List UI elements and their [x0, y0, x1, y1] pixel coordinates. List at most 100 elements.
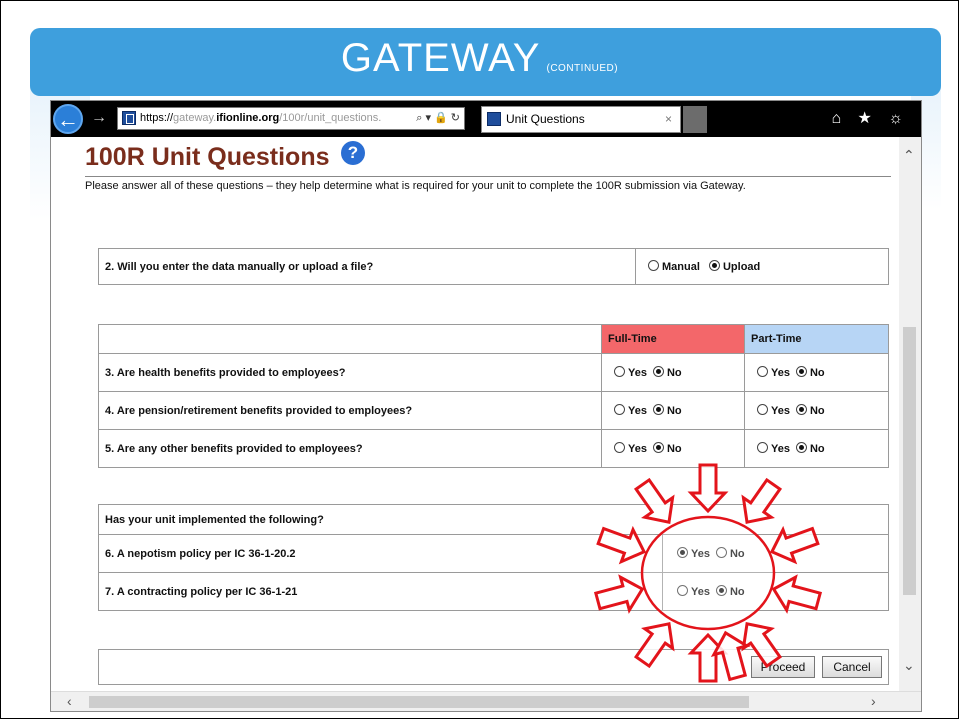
vertical-scroll-thumb[interactable]	[903, 327, 916, 595]
forward-arrow-icon[interactable]: →	[91, 109, 107, 127]
option-yes-label: Yes	[771, 367, 790, 379]
policy-row-6: 6. A nepotism policy per IC 36-1-20.2 Ye…	[98, 534, 889, 573]
tab-favicon-icon	[487, 112, 501, 126]
policy-row-options: Yes No	[662, 534, 889, 573]
benefit-row-5: 5. Are any other benefits provided to em…	[98, 429, 889, 468]
horizontal-scroll-thumb[interactable]	[89, 696, 749, 708]
option-upload[interactable]: Upload	[708, 260, 761, 273]
page-content: 100R Unit Questions ? Please answer all …	[51, 137, 899, 693]
tab-unit-questions[interactable]: Unit Questions ×	[481, 106, 681, 133]
option-yes[interactable]: Yes	[757, 366, 790, 379]
policy-row-options: Yes No	[662, 572, 889, 611]
question-2-options: Manual Upload	[635, 248, 889, 285]
help-icon[interactable]: ?	[341, 141, 365, 165]
benefit-row-part-options: Yes No	[744, 353, 889, 392]
radio-yes[interactable]	[614, 442, 625, 453]
option-upload-label: Upload	[722, 261, 761, 273]
header-part-time: Part-Time	[744, 324, 889, 354]
radio-yes[interactable]	[614, 366, 625, 377]
horizontal-scrollbar[interactable]: ‹ ›	[51, 691, 921, 711]
option-manual[interactable]: Manual	[648, 260, 700, 273]
benefit-row-label: 5. Are any other benefits provided to em…	[98, 429, 602, 468]
radio-no[interactable]	[715, 547, 727, 558]
option-yes-label: Yes	[691, 586, 710, 598]
radio-no[interactable]	[795, 366, 807, 377]
option-no[interactable]: No	[652, 404, 682, 417]
url-prefix: https://	[140, 112, 174, 124]
option-no[interactable]: No	[795, 404, 825, 417]
radio-yes[interactable]	[757, 404, 768, 415]
home-favorites-settings-icons[interactable]: ⌂ ★ ☼	[831, 108, 909, 128]
scroll-left-icon[interactable]: ‹	[67, 693, 72, 709]
option-yes-label: Yes	[771, 443, 790, 455]
scroll-up-icon[interactable]: ⌃	[903, 147, 915, 164]
radio-manual[interactable]	[648, 260, 659, 271]
benefits-table: Full-Time Part-Time 3. Are health benefi…	[98, 324, 889, 468]
option-yes[interactable]: Yes	[614, 442, 647, 455]
option-yes-label: Yes	[771, 405, 790, 417]
option-yes[interactable]: Yes	[757, 442, 790, 455]
benefit-row-label: 3. Are health benefits provided to emplo…	[98, 353, 602, 392]
option-no[interactable]: No	[715, 547, 745, 560]
slide-title: Gateway (Continued)	[0, 36, 959, 81]
intro-text: Please answer all of these questions – t…	[85, 180, 746, 192]
new-tab-button[interactable]	[683, 106, 707, 133]
scroll-right-icon[interactable]: ›	[871, 693, 876, 709]
policies-table: Has your unit implemented the following?…	[98, 504, 889, 611]
radio-yes[interactable]	[677, 547, 688, 558]
option-yes-label: Yes	[628, 367, 647, 379]
url-domain-plain: gateway.	[173, 112, 217, 124]
option-no[interactable]: No	[652, 442, 682, 455]
benefit-row-full-options: Yes No	[601, 429, 745, 468]
radio-no[interactable]	[795, 442, 807, 453]
benefits-header-blank	[98, 324, 602, 354]
option-no-label: No	[666, 405, 682, 417]
radio-no[interactable]	[715, 585, 727, 596]
address-bar-controls-icon[interactable]: ⌕ ▾ 🔒 ↻	[416, 108, 460, 129]
radio-yes[interactable]	[614, 404, 625, 415]
option-no[interactable]: No	[652, 366, 682, 379]
title-divider	[85, 176, 891, 177]
radio-no[interactable]	[652, 442, 664, 453]
url-path: /100r/unit_questions.	[279, 112, 382, 124]
option-no[interactable]: No	[795, 442, 825, 455]
option-no-label: No	[729, 548, 745, 560]
policy-row-7: 7. A contracting policy per IC 36-1-21 Y…	[98, 572, 889, 611]
radio-upload[interactable]	[708, 260, 720, 271]
option-no-label: No	[666, 367, 682, 379]
option-no-label: No	[809, 367, 825, 379]
benefit-row-4: 4. Are pension/retirement benefits provi…	[98, 391, 889, 430]
radio-yes[interactable]	[757, 442, 768, 453]
option-yes[interactable]: Yes	[614, 404, 647, 417]
header-full-time: Full-Time	[601, 324, 745, 354]
option-yes[interactable]: Yes	[614, 366, 647, 379]
cancel-button[interactable]: Cancel	[822, 656, 882, 678]
radio-no[interactable]	[652, 404, 664, 415]
option-no-label: No	[666, 443, 682, 455]
benefit-row-full-options: Yes No	[601, 391, 745, 430]
tab-title: Unit Questions	[506, 112, 585, 126]
proceed-button[interactable]: Proceed	[751, 656, 815, 678]
benefit-row-label: 4. Are pension/retirement benefits provi…	[98, 391, 602, 430]
option-yes-label: Yes	[691, 548, 710, 560]
option-yes[interactable]: Yes	[677, 547, 710, 560]
back-arrow-icon[interactable]: ←	[53, 104, 83, 134]
option-no[interactable]: No	[795, 366, 825, 379]
radio-no[interactable]	[652, 366, 664, 377]
radio-no[interactable]	[795, 404, 807, 415]
tab-close-icon[interactable]: ×	[665, 107, 672, 132]
slide-title-sub: (Continued)	[546, 63, 619, 74]
radio-yes[interactable]	[757, 366, 768, 377]
address-bar[interactable]: https://gateway.ifionline.org/100r/unit_…	[117, 107, 465, 130]
option-manual-label: Manual	[662, 261, 700, 273]
question-2-label: 2. Will you enter the data manually or u…	[98, 248, 636, 285]
scroll-down-icon[interactable]: ⌄	[903, 657, 915, 674]
option-no[interactable]: No	[715, 585, 745, 598]
vertical-scrollbar[interactable]: ⌃ ⌄	[899, 137, 921, 693]
option-yes[interactable]: Yes	[677, 585, 710, 598]
benefit-row-full-options: Yes No	[601, 353, 745, 392]
radio-yes[interactable]	[677, 585, 688, 596]
benefit-row-part-options: Yes No	[744, 391, 889, 430]
benefit-row-3: 3. Are health benefits provided to emplo…	[98, 353, 889, 392]
option-yes[interactable]: Yes	[757, 404, 790, 417]
